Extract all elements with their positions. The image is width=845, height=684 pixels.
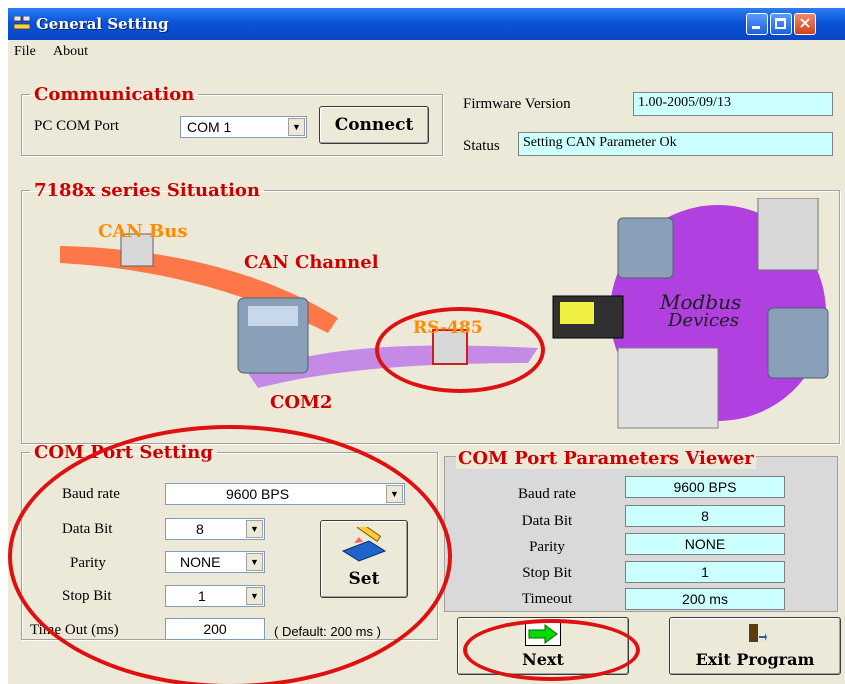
viewer-databit-value: 8: [625, 505, 785, 527]
title-bar[interactable]: General Setting ×: [8, 8, 845, 40]
exit-door-icon: [749, 624, 767, 642]
baud-rate-value: 9600 BPS: [226, 486, 290, 502]
pencil-note-icon: [341, 521, 387, 562]
viewer-title: COM Port Parameters Viewer: [456, 448, 756, 469]
modbus-label-line2: Devices: [668, 310, 739, 331]
rs485-label: RS-485: [413, 318, 483, 338]
modbus-device-2: [757, 198, 819, 271]
viewer-parity-label: Parity: [529, 539, 565, 555]
next-button[interactable]: Next: [457, 617, 629, 675]
stop-bit-select[interactable]: 1 ▼: [165, 585, 265, 607]
status-field: Setting CAN Parameter Ok: [518, 132, 833, 156]
timeout-input[interactable]: 200: [165, 618, 265, 640]
modbus-device-4: [617, 347, 719, 429]
communication-legend: Communication: [34, 84, 195, 105]
viewer-parity-value: NONE: [625, 533, 785, 555]
green-arrow-right-icon: [525, 622, 561, 646]
timeout-default-note: ( Default: 200 ms ): [274, 624, 381, 639]
firmware-version-field: 1.00-2005/09/13: [633, 92, 833, 116]
can-bus-label: CAN Bus: [98, 221, 188, 242]
chevron-down-icon: ▼: [386, 485, 403, 503]
parity-label: Parity: [70, 555, 106, 571]
close-icon: ×: [798, 13, 812, 32]
chevron-down-icon: ▼: [246, 553, 263, 571]
menu-bar: File About: [8, 40, 845, 62]
set-button[interactable]: Set: [320, 520, 408, 598]
exit-program-label: Exit Program: [695, 650, 815, 669]
minimize-button[interactable]: [746, 13, 768, 35]
pc-com-port-label: PC COM Port: [34, 118, 120, 134]
stop-bit-value: 1: [198, 588, 206, 604]
connect-button[interactable]: Connect: [319, 106, 429, 144]
parity-select[interactable]: NONE ▼: [165, 551, 265, 573]
general-setting-window: General Setting × File About Communicati…: [8, 8, 845, 684]
close-button[interactable]: ×: [794, 13, 816, 35]
minimize-icon: [752, 26, 760, 29]
chevron-down-icon: ▼: [288, 118, 305, 136]
pc-com-port-value: COM 1: [187, 119, 232, 135]
app-icon: [14, 16, 30, 30]
modbus-device-3: [767, 307, 829, 379]
stop-bit-label: Stop Bit: [62, 588, 112, 604]
viewer-timeout-value: 200 ms: [625, 588, 785, 610]
viewer-stopbit-value: 1: [625, 561, 785, 583]
can-channel-label: CAN Channel: [244, 252, 379, 273]
data-bit-label: Data Bit: [62, 521, 113, 537]
status-label: Status: [463, 138, 500, 154]
com2-label: COM2: [270, 392, 333, 413]
maximize-icon: [775, 18, 786, 29]
module-7188-icon: [237, 297, 309, 374]
viewer-databit-label: Data Bit: [521, 513, 573, 529]
modbus-device-1: [617, 217, 674, 279]
timeout-label: Time Out (ms): [30, 622, 119, 638]
menu-file[interactable]: File: [14, 44, 36, 60]
chevron-down-icon: ▼: [246, 520, 263, 538]
firmware-version-label: Firmware Version: [463, 96, 571, 112]
set-button-label: Set: [348, 569, 380, 589]
baud-rate-select[interactable]: 9600 BPS ▼: [165, 483, 405, 505]
pc-com-port-select[interactable]: COM 1 ▼: [180, 116, 307, 138]
baud-rate-label: Baud rate: [62, 486, 120, 502]
chevron-down-icon: ▼: [246, 587, 263, 605]
viewer-timeout-label: Timeout: [521, 591, 573, 607]
maximize-button[interactable]: [770, 13, 792, 35]
com-port-setting-legend: COM Port Setting: [34, 442, 213, 463]
viewer-stopbit-label: Stop Bit: [522, 565, 572, 581]
window-title: General Setting: [36, 15, 169, 33]
next-button-label: Next: [522, 650, 564, 669]
parity-value: NONE: [180, 554, 221, 570]
data-bit-select[interactable]: 8 ▼: [165, 518, 265, 540]
menu-about[interactable]: About: [53, 44, 88, 60]
viewer-baud-value: 9600 BPS: [625, 476, 785, 498]
viewer-baud-label: Baud rate: [518, 486, 576, 502]
data-bit-value: 8: [196, 521, 204, 537]
hmi-screen: [560, 302, 594, 324]
exit-program-button[interactable]: Exit Program: [669, 617, 841, 675]
